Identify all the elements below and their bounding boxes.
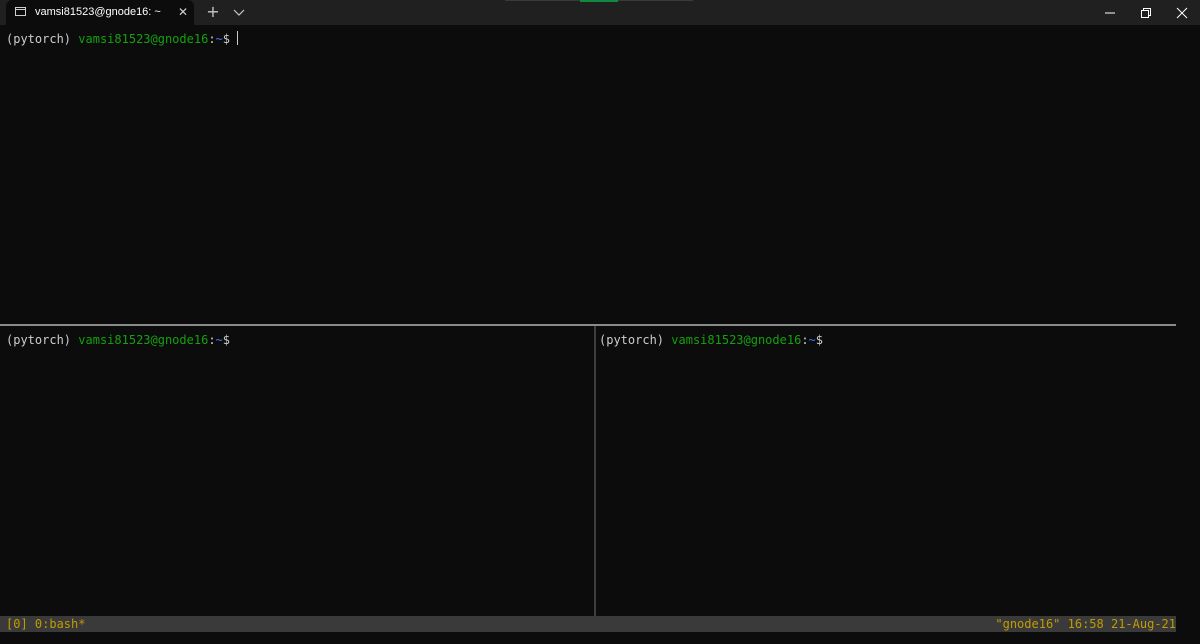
prompt-dollar: $: [815, 333, 824, 347]
scrollbar-track[interactable]: [1176, 25, 1200, 632]
window-bottom-padding: [0, 632, 1200, 644]
minimize-icon: [1105, 12, 1115, 14]
status-host-time: "gnode16" 16:58 21-Aug-21: [995, 617, 1176, 631]
close-button[interactable]: [1159, 0, 1200, 25]
terminal-icon: [15, 7, 26, 16]
prompt-colon: :: [801, 333, 809, 347]
terminal-window: vamsi81523@gnode16: ~ ✕ + (pytorch) vams…: [0, 0, 1200, 644]
accent-indicator: [580, 0, 618, 2]
tab-dropdown-button[interactable]: [231, 5, 247, 19]
chevron-down-icon: [233, 9, 245, 16]
status-session-window[interactable]: [0] 0:bash*: [6, 616, 85, 632]
tab-terminal[interactable]: vamsi81523@gnode16: ~ ✕: [6, 0, 194, 25]
prompt-env: (pytorch): [6, 333, 72, 347]
prompt-path: ~: [215, 333, 223, 347]
prompt-path: ~: [808, 333, 816, 347]
text-cursor: [237, 31, 239, 45]
prompt-colon: :: [208, 333, 216, 347]
prompt-dollar: $: [222, 333, 231, 347]
prompt-user-host: vamsi81523@gnode16: [671, 333, 802, 347]
close-icon: [1176, 7, 1188, 19]
prompt-env: (pytorch): [599, 333, 665, 347]
shell-prompt: (pytorch) vamsi81523@gnode16:~$: [6, 31, 239, 47]
prompt-colon: :: [208, 32, 216, 46]
prompt-path: ~: [215, 32, 223, 46]
prompt-dollar: $: [222, 32, 231, 46]
tmux-pane-bottom-right[interactable]: (pytorch) vamsi81523@gnode16:~$: [596, 326, 1176, 616]
tmux-pane-bottom-left[interactable]: (pytorch) vamsi81523@gnode16:~$: [0, 326, 594, 616]
restore-icon: [1141, 8, 1151, 18]
tab-close-button[interactable]: ✕: [174, 3, 192, 21]
prompt-env: (pytorch): [6, 32, 72, 46]
new-tab-button[interactable]: +: [204, 2, 222, 22]
tab-title: vamsi81523@gnode16: ~: [35, 6, 161, 18]
prompt-user-host: vamsi81523@gnode16: [78, 32, 209, 46]
prompt-user-host: vamsi81523@gnode16: [78, 333, 209, 347]
shell-prompt: (pytorch) vamsi81523@gnode16:~$: [6, 332, 230, 348]
title-bar[interactable]: vamsi81523@gnode16: ~ ✕ +: [0, 0, 1200, 25]
tmux-pane-top[interactable]: (pytorch) vamsi81523@gnode16:~$: [0, 25, 1176, 324]
tmux-status-bar: [0] 0:bash* "gnode16" 16:58 21-Aug-21: [0, 616, 1176, 632]
shell-prompt: (pytorch) vamsi81523@gnode16:~$: [599, 332, 823, 348]
